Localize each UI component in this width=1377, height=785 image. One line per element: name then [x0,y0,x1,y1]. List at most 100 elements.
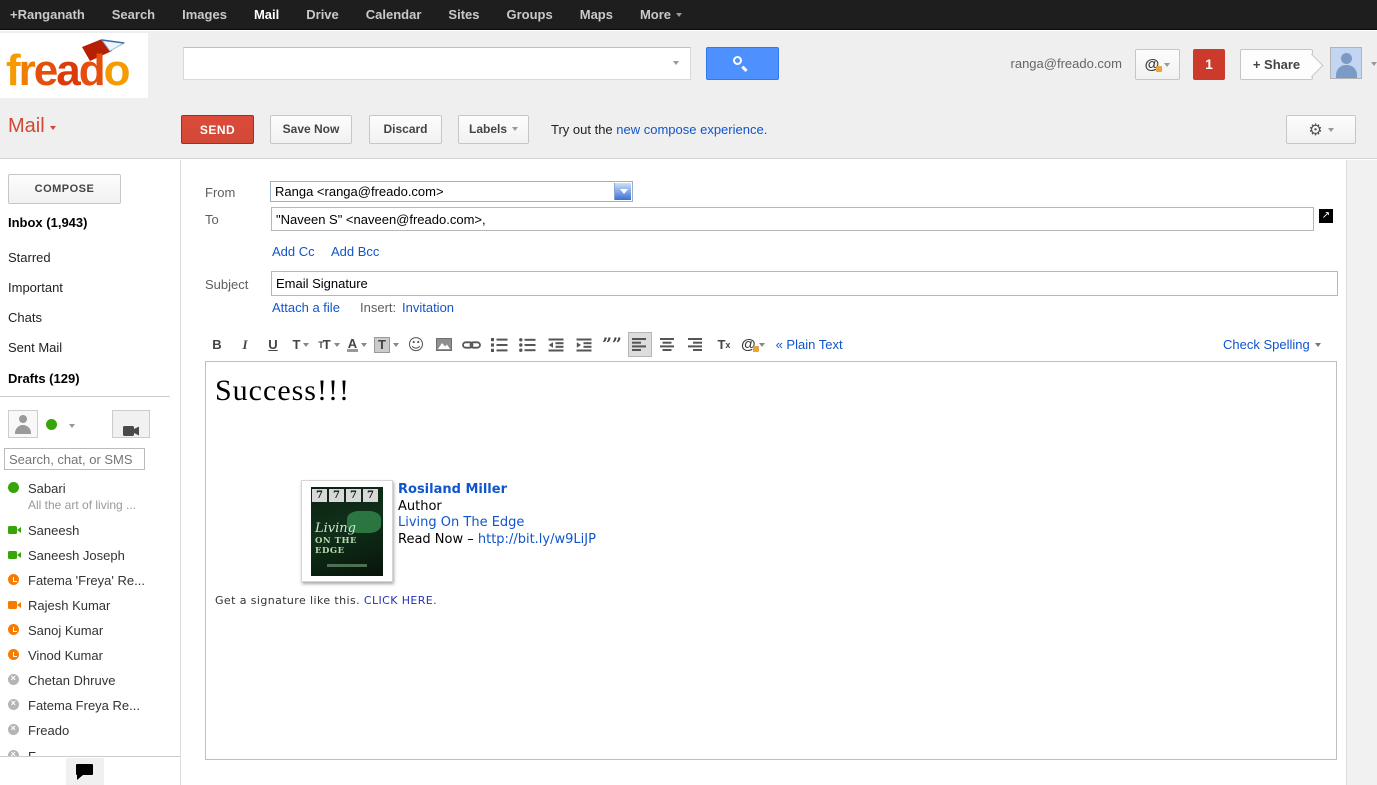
emoji-button[interactable]: ☺ [404,332,428,357]
labels-button[interactable]: Labels [458,115,529,144]
search-input[interactable] [183,47,691,80]
click-here-link[interactable]: CLICK HERE. [364,594,437,607]
insert-label: Insert: [360,300,397,315]
chat-contact[interactable]: Chetan Dhruve [8,672,115,690]
nav-profile[interactable]: +Ranganath [10,7,85,22]
chat-contact[interactable]: Sanoj Kumar [8,622,103,640]
add-bcc-link[interactable]: Add Bcc [331,244,379,259]
search-button[interactable] [706,47,779,80]
quote-button[interactable]: ”” [600,332,624,357]
new-compose-link[interactable]: new compose experience. [616,122,767,137]
nav-groups[interactable]: Groups [507,7,553,22]
compose-button[interactable]: COMPOSE [8,174,121,204]
mail-dropdown[interactable]: Mail [8,115,56,138]
chevron-down-icon [49,126,56,130]
presence-chevron-icon[interactable] [69,424,75,428]
font-button[interactable]: T [289,332,313,357]
indent-icon [576,338,592,351]
text-color-button[interactable]: A [345,332,369,357]
outdent-button[interactable] [544,332,568,357]
presence-icon [8,482,21,495]
cover-title-line2: on the edge [315,536,357,556]
settings-button[interactable]: ⚙ [1286,115,1356,144]
chat-contact[interactable]: Vinod Kumar [8,647,103,665]
bulleted-list-button[interactable] [516,332,540,357]
indent-button[interactable] [572,332,596,357]
font-size-button[interactable]: TT [317,332,341,357]
invitation-link[interactable]: Invitation [402,300,454,315]
insert-link-button[interactable] [460,332,484,357]
numbered-list-icon [491,337,508,352]
chat-contact[interactable]: Rajesh Kumar [8,597,110,615]
plain-text-link[interactable]: « Plain Text [776,337,843,352]
align-right-button[interactable] [684,332,708,357]
chat-contact[interactable]: Fatema 'Freya' Re... [8,572,145,590]
nav-mail[interactable]: Mail [254,7,279,22]
right-gutter [1346,160,1377,785]
popout-icon[interactable]: ↗ [1319,209,1333,223]
subject-input[interactable] [271,271,1338,296]
nav-calendar[interactable]: Calendar [366,7,422,22]
book-title-link[interactable]: Living On The Edge [398,515,524,530]
share-button[interactable]: + Share [1240,49,1313,80]
person-icon [9,411,37,437]
new-chat-button[interactable] [112,410,150,438]
author-name-link[interactable]: Rosiland Miller [398,482,507,497]
highlight-color-button[interactable]: T [373,332,400,357]
chat-contact[interactable]: Fatema Freya Re... [8,697,140,715]
align-center-button[interactable] [656,332,680,357]
nav-search[interactable]: Search [112,7,155,22]
chat-contact[interactable]: Saneesh Joseph [8,547,125,565]
chat-contact[interactable]: Freado [8,722,69,740]
message-body-editor[interactable]: Success!!! 7777 Living on the edge Rosil… [205,361,1337,760]
send-button[interactable]: SEND [181,115,254,144]
freado-logo[interactable]: freado [0,33,148,98]
chevron-down-icon [303,342,310,347]
action-bar: Mail SEND Save Now Discard Labels Try ou… [0,100,1377,159]
sidebar-item-chats[interactable]: Chats [8,310,42,325]
book-cover-art: 7777 Living on the edge [311,487,383,576]
translate-icon: @ [740,336,759,353]
underline-button[interactable]: U [261,332,285,357]
chat-toggle-button[interactable] [66,758,104,785]
read-now-link[interactable]: http://bit.ly/w9LiJP [478,532,596,547]
attach-file-link[interactable]: Attach a file [272,300,340,315]
nav-drive[interactable]: Drive [306,7,339,22]
sidebar-item-drafts[interactable]: Drafts (129) [8,371,80,386]
link-icon [462,340,482,349]
chat-contact[interactable]: Sabari [8,480,66,498]
account-chevron-icon[interactable] [1371,62,1377,66]
italic-button[interactable]: I [233,332,257,357]
nav-maps[interactable]: Maps [580,7,613,22]
save-now-button[interactable]: Save Now [270,115,352,144]
chevron-down-icon [758,342,765,347]
chat-search-input[interactable] [4,448,145,470]
notifications-button[interactable]: @ [1135,49,1180,80]
numbered-list-button[interactable] [488,332,512,357]
add-cc-link[interactable]: Add Cc [272,244,315,259]
avatar[interactable] [1330,47,1362,79]
sidebar-item-starred[interactable]: Starred [8,250,51,265]
nav-more[interactable]: More [640,7,683,22]
check-spelling-link[interactable]: Check Spelling [1223,337,1321,352]
chat-avatar-button[interactable] [8,410,38,438]
notification-count-badge[interactable]: 1 [1193,49,1225,80]
sidebar-item-inbox[interactable]: Inbox (1,943) [8,215,87,230]
book-cover-image: 7777 Living on the edge [301,480,393,582]
chevron-down-icon [512,127,518,131]
sidebar-item-sent[interactable]: Sent Mail [8,340,62,355]
remove-formatting-button[interactable]: Tx [712,332,736,357]
presence-status-icon[interactable] [46,419,57,430]
to-input[interactable] [271,207,1314,231]
bold-button[interactable]: B [205,332,229,357]
nav-sites[interactable]: Sites [448,7,479,22]
search-options-chevron-icon[interactable] [673,61,679,65]
nav-images[interactable]: Images [182,7,227,22]
from-select[interactable]: Ranga <ranga@freado.com> [270,181,633,202]
chat-contact[interactable]: Saneesh [8,522,79,540]
insert-image-button[interactable] [432,332,456,357]
translate-button[interactable]: @ [740,332,766,357]
align-left-button[interactable] [627,332,652,357]
sidebar-item-important[interactable]: Important [8,280,63,295]
discard-button[interactable]: Discard [369,115,442,144]
